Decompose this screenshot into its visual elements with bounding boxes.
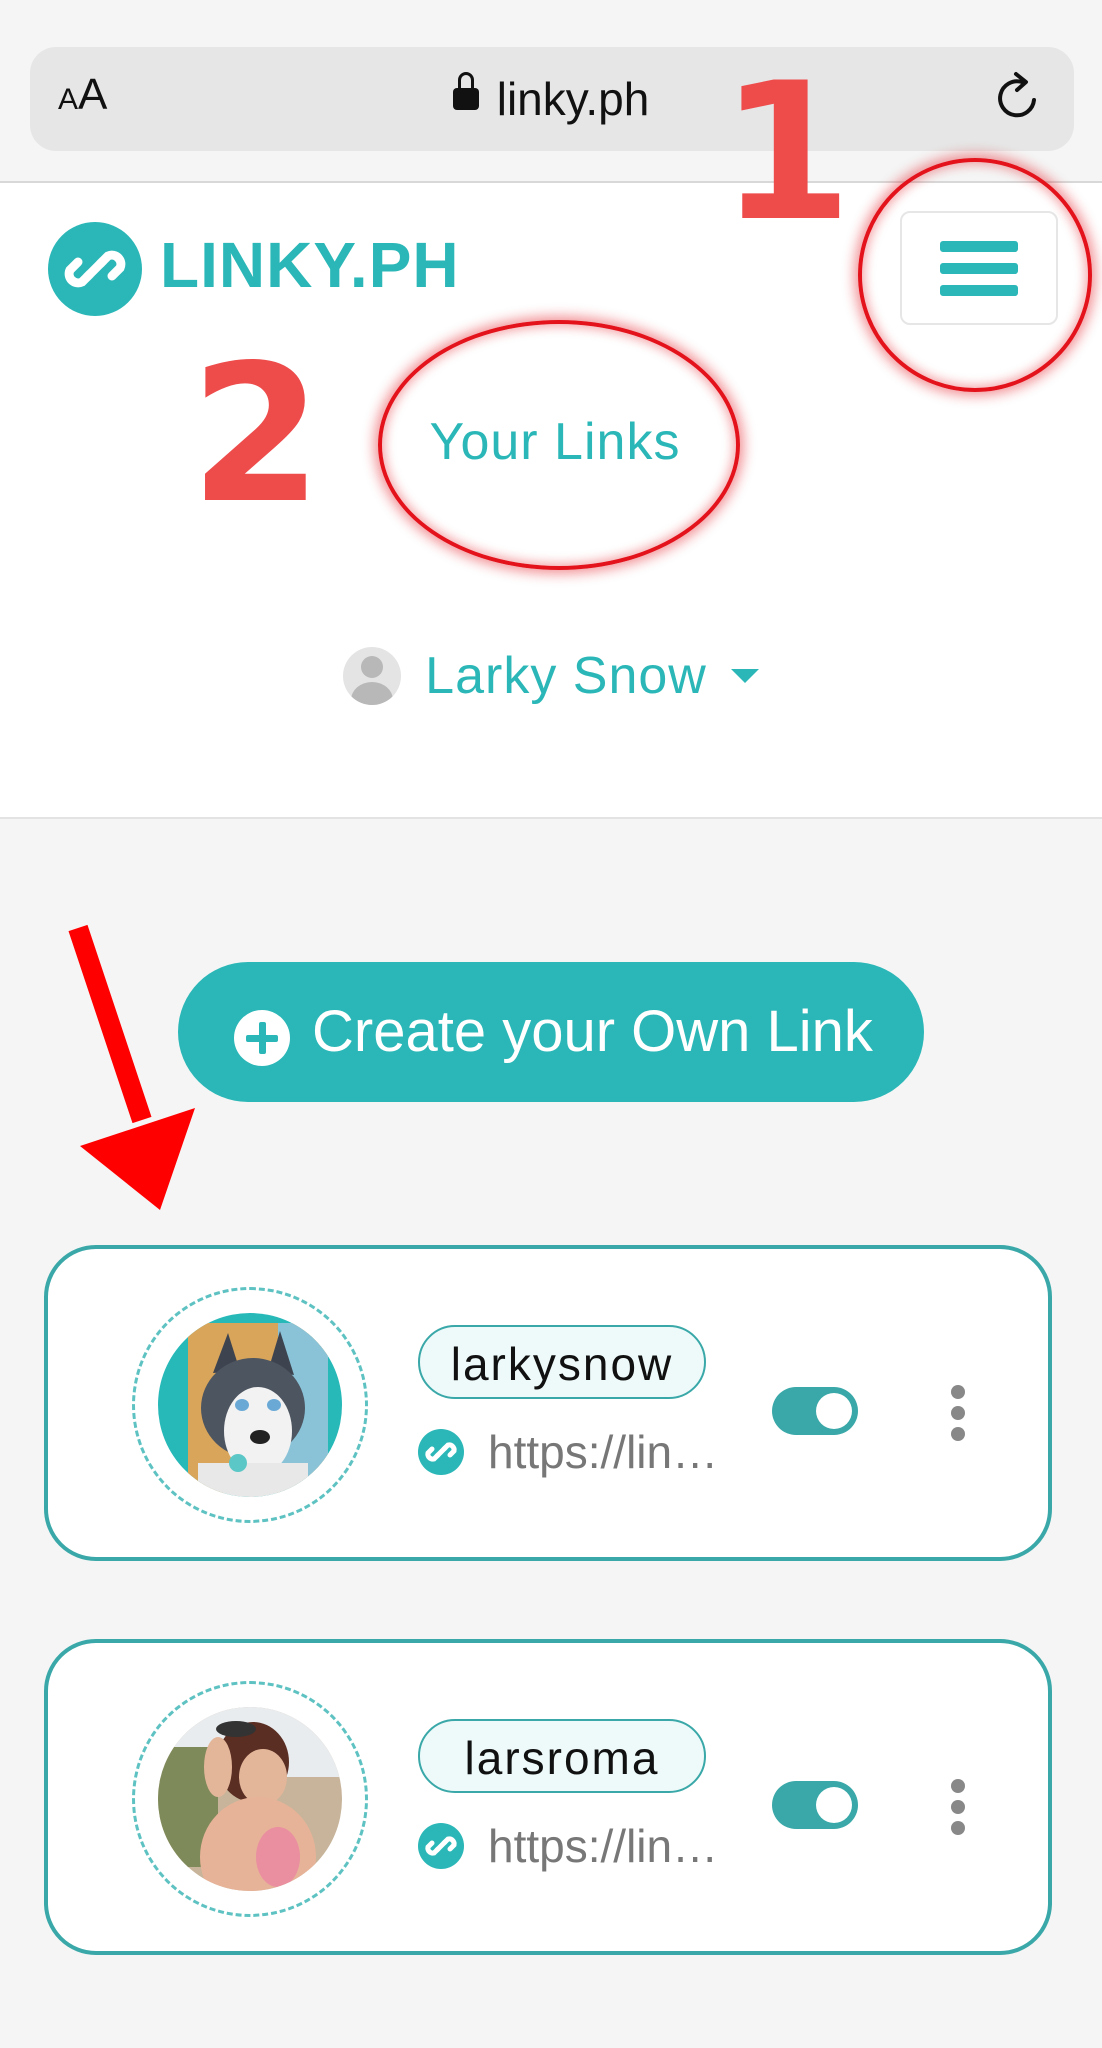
profile-avatar-photo[interactable] [158,1707,342,1891]
link-card[interactable]: larkysnow https://lin… [44,1245,1052,1561]
link-icon [418,1823,464,1869]
more-options-icon[interactable] [948,1779,968,1835]
handle-label[interactable]: larsroma [418,1719,706,1793]
reload-icon[interactable] [990,70,1046,126]
lock-icon [452,71,479,110]
link-card[interactable]: larsroma https://lin… [44,1639,1052,1955]
annotation-circle-menu [858,158,1092,392]
enable-toggle[interactable] [772,1387,858,1435]
create-link-button[interactable]: Create your Own Link [178,962,924,1102]
link-icon [418,1429,464,1475]
create-link-label: Create your Own Link [312,999,873,1064]
user-name: Larky Snow [425,647,707,705]
handle-label[interactable]: larkysnow [418,1325,706,1399]
more-options-icon[interactable] [948,1385,968,1441]
annotation-step-2: 2 [190,324,323,545]
logo-text[interactable]: LINKY.PH [160,228,460,302]
plus-circle-icon [234,1010,290,1066]
url-text: linky.ph [496,73,650,125]
caret-down-icon [730,669,759,683]
nav-your-links[interactable]: Your Links [380,412,730,472]
profile-avatar-husky[interactable] [158,1313,342,1497]
enable-toggle[interactable] [772,1781,858,1829]
link-url[interactable]: https://lin… [488,1819,718,1873]
url-display[interactable]: linky.ph [0,71,1102,126]
annotation-step-1: 1 [720,42,853,263]
link-url[interactable]: https://lin… [488,1425,718,1479]
annotation-arrow-icon [68,924,195,1210]
user-menu[interactable]: Larky Snow [0,646,1102,706]
logo-icon[interactable] [48,222,142,316]
user-avatar-icon [343,647,402,705]
